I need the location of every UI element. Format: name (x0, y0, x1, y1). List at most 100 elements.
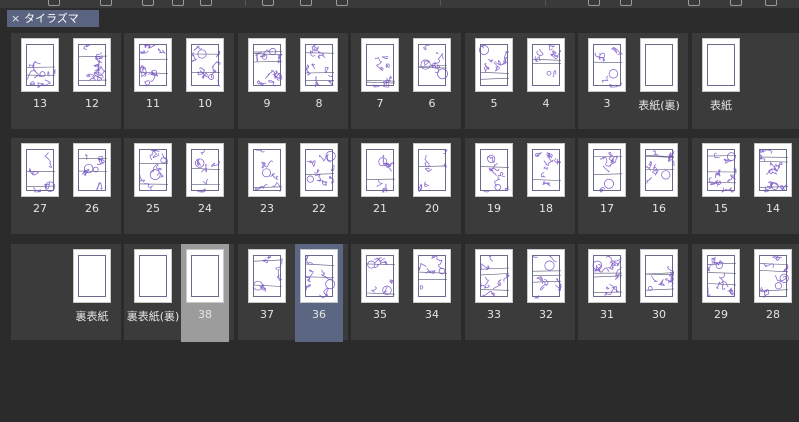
page-thumbnail-16[interactable]: 16 (635, 138, 683, 236)
page-number-label: 5 (490, 97, 498, 110)
sketch-drawing (366, 56, 396, 88)
toolbar-icon[interactable] (300, 0, 312, 6)
sketch-drawing (305, 44, 335, 88)
page-thumbnail-37[interactable]: 37 (243, 244, 291, 342)
page-spread: 54 (465, 33, 575, 129)
page-thumbnail-19[interactable]: 19 (470, 138, 518, 236)
page-frame (191, 255, 219, 297)
page-preview (248, 143, 286, 197)
toolbar-icon[interactable] (336, 0, 348, 6)
page-thumbnail-15[interactable]: 15 (697, 138, 745, 236)
page-thumbnail-8[interactable]: 8 (295, 33, 343, 131)
close-icon[interactable]: × (11, 10, 20, 27)
page-thumbnail-38[interactable]: 38 (181, 244, 229, 342)
sketch-drawing (759, 149, 789, 193)
sketch-drawing (645, 150, 675, 184)
toolbar-icon[interactable] (688, 0, 700, 6)
page-thumbnail-35[interactable]: 35 (356, 244, 404, 342)
page-thumbnail-12[interactable]: 12 (68, 33, 116, 131)
page-thumbnail-25[interactable]: 25 (129, 138, 177, 236)
page-thumbnail-30[interactable]: 30 (635, 244, 683, 342)
page-thumbnail-32[interactable]: 32 (522, 244, 570, 342)
toolbar-icon[interactable] (100, 0, 112, 6)
page-number-label: 38 (198, 308, 212, 321)
page-thumbnail-裏表紙(裏)[interactable]: 裏表紙(裏) (127, 244, 179, 342)
page-thumbnail-3[interactable]: 3 (583, 33, 631, 131)
sketch-drawing (78, 44, 108, 82)
page-thumbnail-17[interactable]: 17 (583, 138, 631, 236)
page-preview (300, 38, 338, 92)
page-thumbnail-裏表紙[interactable]: 裏表紙 (68, 244, 116, 342)
page-thumbnail-13[interactable]: 13 (16, 33, 64, 131)
toolbar-icon[interactable] (48, 0, 60, 6)
page-thumbnail-表紙(裏)[interactable]: 表紙(裏) (635, 33, 683, 131)
page-thumbnail-26[interactable]: 26 (68, 138, 116, 236)
page-thumbnail-24[interactable]: 24 (181, 138, 229, 236)
page-preview (21, 143, 59, 197)
toolbar-icon[interactable] (620, 0, 632, 6)
sketch-drawing (191, 45, 221, 87)
page-thumbnail-20[interactable]: 20 (408, 138, 456, 236)
page-number-label: 14 (766, 202, 780, 215)
page-thumbnail-31[interactable]: 31 (583, 244, 631, 342)
page-thumbnail-27[interactable]: 27 (16, 138, 64, 236)
page-preview (361, 38, 399, 92)
page-thumbnail-14[interactable]: 14 (749, 138, 797, 236)
page-preview (134, 38, 172, 92)
page-thumbnail-表紙[interactable]: 表紙 (697, 33, 745, 131)
page-thumbnail-10[interactable]: 10 (181, 33, 229, 131)
page-number-label: 34 (425, 308, 439, 321)
toolbar-icon[interactable] (262, 0, 274, 6)
tab-bar: × タイラズマ (0, 8, 799, 28)
toolbar-icon[interactable] (765, 0, 777, 6)
toolbar-icon[interactable] (588, 0, 600, 6)
sketch-drawing (305, 256, 336, 299)
page-spread: 98 (238, 33, 348, 129)
page-preview (413, 143, 451, 197)
page-thumbnail-22[interactable]: 22 (295, 138, 343, 236)
page-preview (73, 143, 111, 197)
page-number-label: 裏表紙(裏) (126, 310, 180, 323)
page-thumbnail-33[interactable]: 33 (470, 244, 518, 342)
page-thumbnail-29[interactable]: 29 (697, 244, 745, 342)
sketch-drawing (78, 154, 108, 191)
sketch-drawing (253, 48, 284, 87)
page-thumbnail-28[interactable]: 28 (749, 244, 797, 342)
sketch-drawing (418, 255, 448, 290)
toolbar-separator (440, 0, 441, 6)
page-preview (475, 143, 513, 197)
page-number-label: 27 (33, 202, 47, 215)
toolbar-icon[interactable] (200, 0, 212, 6)
page-thumbnail-23[interactable]: 23 (243, 138, 291, 236)
page-thumbnail-36[interactable]: 36 (295, 244, 343, 342)
page-preview (754, 249, 792, 303)
toolbar-separator (545, 0, 546, 6)
page-number-label: 32 (539, 308, 553, 321)
sketch-drawing (26, 60, 56, 88)
page-number-label: 7 (376, 97, 384, 110)
page-thumbnail-34[interactable]: 34 (408, 244, 456, 342)
toolbar-icon[interactable] (172, 0, 184, 6)
page-thumbnail-11[interactable]: 11 (129, 33, 177, 131)
sketch-drawing (592, 255, 623, 296)
page-thumbnail-6[interactable]: 6 (408, 33, 456, 131)
page-number-label: 11 (146, 97, 160, 110)
page-preview (361, 143, 399, 197)
page-thumbnail-21[interactable]: 21 (356, 138, 404, 236)
page-thumbnail-4[interactable]: 4 (522, 33, 570, 131)
page-thumbnail-9[interactable]: 9 (243, 33, 291, 131)
page-preview (413, 249, 451, 303)
tab-project[interactable]: × タイラズマ (7, 10, 99, 27)
sketch-drawing (759, 255, 789, 299)
page-thumbnail-5[interactable]: 5 (470, 33, 518, 131)
page-preview (248, 249, 286, 303)
toolbar-icon[interactable] (730, 0, 742, 6)
page-number-label: 15 (714, 202, 728, 215)
page-preview (73, 249, 111, 303)
page-thumbnail-18[interactable]: 18 (522, 138, 570, 236)
page-frame (645, 44, 673, 86)
page-preview (134, 143, 172, 197)
toolbar-icon[interactable] (142, 0, 154, 6)
sketch-drawing (480, 255, 510, 297)
page-thumbnail-7[interactable]: 7 (356, 33, 404, 131)
